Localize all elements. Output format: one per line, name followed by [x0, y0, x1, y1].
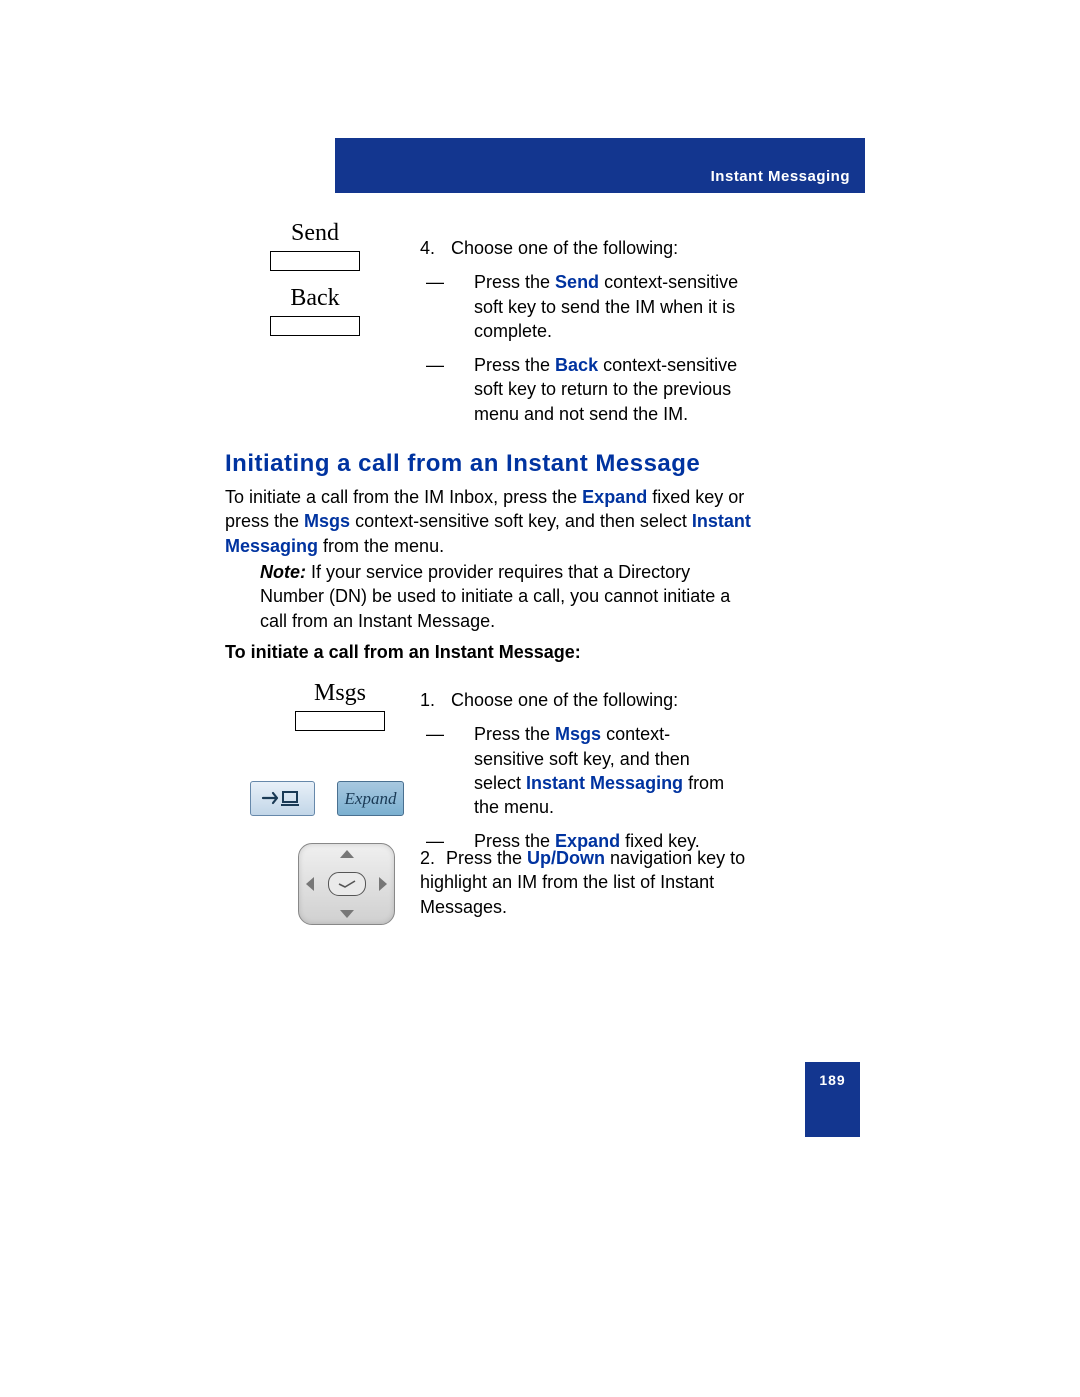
- softkey-msgs: Msgs: [295, 680, 385, 731]
- step-2: 2.Press the Up/Down navigation key to hi…: [420, 846, 750, 919]
- header-section-title: Instant Messaging: [711, 168, 850, 185]
- procedure-heading: To initiate a call from an Instant Messa…: [225, 642, 581, 663]
- header-band: Instant Messaging: [335, 138, 865, 193]
- softkey-send: Send: [270, 220, 360, 271]
- note-paragraph: Note: If your service provider requires …: [260, 560, 750, 633]
- section-heading: Initiating a call from an Instant Messag…: [225, 450, 700, 478]
- softkey-back: Back: [270, 285, 360, 336]
- intro-paragraph: To initiate a call from the IM Inbox, pr…: [225, 485, 755, 558]
- step-1-option-a: —Press the Msgs context-sensitive soft k…: [450, 722, 740, 819]
- softkey-back-box: [270, 316, 360, 336]
- expand-label: Expand: [337, 781, 404, 816]
- step-1: 1. Choose one of the following: —Press t…: [420, 688, 740, 854]
- step-4-option-a: —Press the Send context-sensitive soft k…: [450, 270, 770, 343]
- softkey-msgs-box: [295, 711, 385, 731]
- navigation-pad-icon: [298, 843, 395, 925]
- expand-fixed-key: Expand: [250, 781, 404, 816]
- step-4: 4. Choose one of the following: —Press t…: [420, 236, 770, 426]
- softkey-msgs-label: Msgs: [295, 680, 385, 707]
- softkey-send-box: [270, 251, 360, 271]
- softkey-send-label: Send: [270, 220, 360, 247]
- step-4-number: 4.: [420, 236, 446, 260]
- step-2-number: 2.: [420, 846, 446, 870]
- step-1-lead: Choose one of the following:: [451, 690, 678, 710]
- step-4-lead: Choose one of the following:: [451, 238, 678, 258]
- softkey-back-label: Back: [270, 285, 360, 312]
- step-1-number: 1.: [420, 688, 446, 712]
- expand-icon: [250, 781, 315, 816]
- step-4-option-b: —Press the Back context-sensitive soft k…: [450, 353, 770, 426]
- page-number: 189: [805, 1062, 860, 1137]
